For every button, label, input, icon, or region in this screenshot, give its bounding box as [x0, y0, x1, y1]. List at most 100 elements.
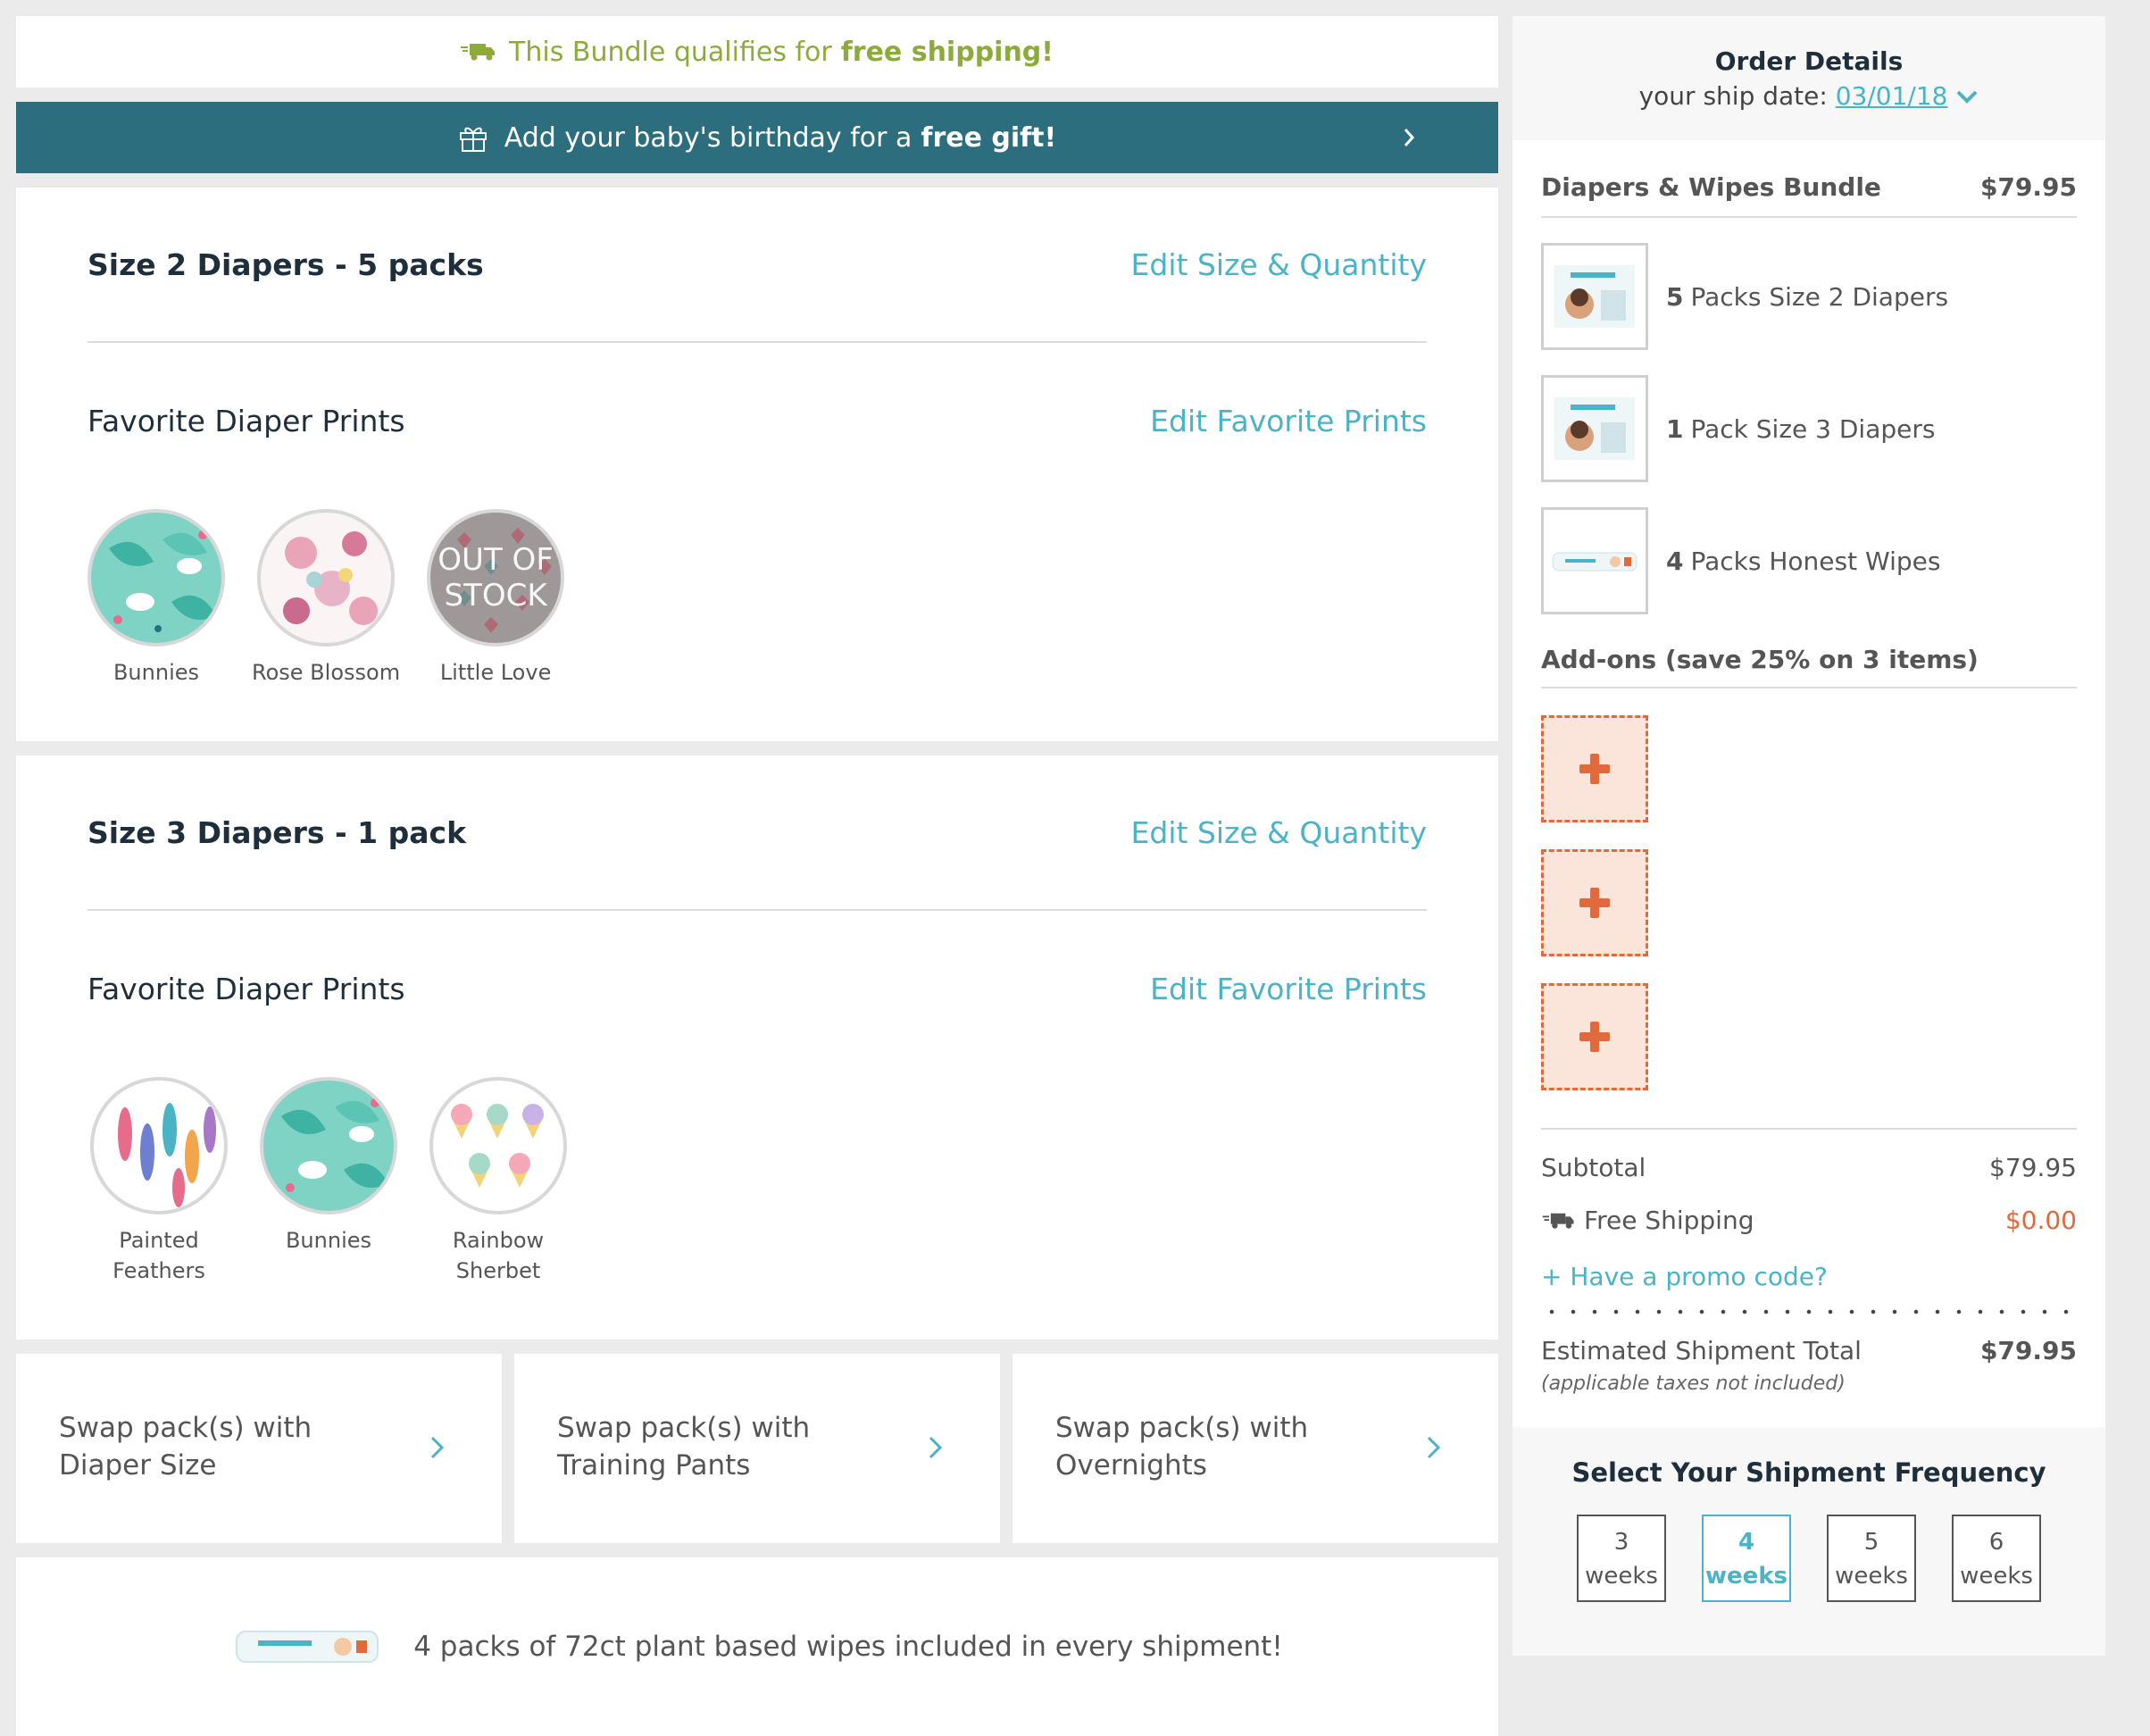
birthday-gift-banner[interactable]: Add your baby's birthday for a free gift…	[16, 102, 1498, 173]
add-addon-button[interactable]	[1541, 849, 1648, 956]
edit-favorite-prints-link[interactable]: Edit Favorite Prints	[1150, 972, 1427, 1006]
add-addon-button[interactable]	[1541, 983, 1648, 1090]
shipping-label: Free Shipping	[1584, 1206, 1754, 1235]
print-label: Rose Blossom	[252, 660, 401, 685]
swap-options: Swap pack(s) with Diaper Size Swap pack(…	[16, 1354, 1498, 1543]
frequency-title: Select Your Shipment Frequency	[1571, 1457, 2046, 1488]
wipes-pack-thumbnail	[1541, 507, 1648, 614]
frequency-option-5-weeks[interactable]: 5 weeks	[1827, 1515, 1916, 1602]
print-rainbow-sherbet[interactable]: Rainbow Sherbet	[427, 1077, 570, 1286]
print-rose-blossom[interactable]: Rose Blossom	[252, 509, 400, 688]
swap-line1: Swap pack(s) with	[1055, 1412, 1309, 1444]
option-unit: weeks	[1704, 1563, 1788, 1590]
total-row: Estimated Shipment Total $79.95	[1541, 1336, 2077, 1365]
chevron-right-icon	[1427, 1436, 1441, 1459]
size2-section: Size 2 Diapers - 5 packs Edit Size & Qua…	[16, 188, 1498, 741]
print-label: Bunnies	[112, 660, 200, 685]
edit-size-quantity-link[interactable]: Edit Size & Quantity	[1131, 815, 1427, 850]
out-of-stock-overlay: OUT OF STOCK	[430, 513, 562, 643]
item-label: Packs Honest Wipes	[1690, 546, 1941, 576]
option-number: 6	[1988, 1529, 2004, 1556]
subtotal-label: Subtotal	[1541, 1153, 1646, 1182]
print-label: Bunnies	[285, 1228, 372, 1253]
subtotal-row: Subtotal $79.95	[1541, 1153, 2077, 1182]
wipes-note: 4 packs of 72ct plant based wipes includ…	[413, 1631, 1283, 1663]
print-list: Painted Feathers Bunnies Rainbow Sherbet	[88, 1066, 1427, 1286]
diaper-pack-thumbnail	[1541, 375, 1648, 482]
print-bunnies[interactable]: Bunnies	[88, 509, 225, 688]
print-swatch	[257, 509, 396, 647]
swap-line1: Swap pack(s) with	[557, 1412, 811, 1444]
print-label: Little Love	[439, 660, 552, 685]
shipment-frequency: Select Your Shipment Frequency 3 weeks 4…	[1512, 1427, 2105, 1656]
frequency-option-3-weeks[interactable]: 3 weeks	[1577, 1515, 1666, 1602]
frequency-option-6-weeks[interactable]: 6 weeks	[1952, 1515, 2041, 1602]
print-swatch	[260, 1077, 397, 1214]
total-label: Estimated Shipment Total	[1541, 1336, 1862, 1365]
bundle-price: $79.95	[1979, 172, 2077, 202]
ship-date-link[interactable]: 03/01/18	[1836, 81, 1948, 111]
promo-code-link[interactable]: + Have a promo code?	[1541, 1262, 2077, 1291]
ship-date-row: your ship date: 03/01/18	[1512, 81, 2105, 111]
swap-line2: Diaper Size	[59, 1449, 217, 1481]
ship-date-label: your ship date:	[1638, 81, 1828, 111]
frequency-options: 3 weeks 4 weeks 5 weeks 6 weeks	[1512, 1515, 2105, 1602]
option-unit: weeks	[1835, 1563, 1908, 1590]
item-label: Pack Size 3 Diapers	[1690, 413, 1936, 444]
swap-line1: Swap pack(s) with	[59, 1412, 312, 1444]
order-item: 4 Packs Honest Wipes	[1541, 507, 2077, 614]
order-item: 5 Packs Size 2 Diapers	[1541, 243, 2077, 350]
option-unit: weeks	[1960, 1563, 2033, 1590]
gift-icon	[459, 127, 487, 152]
order-item: 1 Pack Size 3 Diapers	[1541, 375, 2077, 482]
swap-line2: Overnights	[1055, 1449, 1207, 1481]
order-details-panel: Order Details your ship date: 03/01/18 D…	[1512, 16, 2105, 1656]
birthday-bold: free gift!	[921, 121, 1057, 154]
item-qty: 4	[1666, 546, 1684, 576]
chevron-right-icon	[1404, 129, 1415, 146]
edit-favorite-prints-link[interactable]: Edit Favorite Prints	[1150, 404, 1427, 438]
wipes-pack-icon	[236, 1631, 379, 1663]
dotted-divider	[1541, 1309, 2077, 1315]
edit-size-quantity-link[interactable]: Edit Size & Quantity	[1131, 247, 1427, 282]
divider	[1541, 1128, 2077, 1130]
bundle-row: Diapers & Wipes Bundle $79.95	[1541, 172, 2077, 218]
order-body: Diapers & Wipes Bundle $79.95 5 Packs Siz…	[1512, 140, 2105, 1427]
swap-overnights-card[interactable]: Swap pack(s) with Overnights	[1012, 1354, 1498, 1543]
favorite-prints-title: Favorite Diaper Prints	[88, 403, 405, 438]
bundle-name: Diapers & Wipes Bundle	[1541, 172, 1881, 202]
print-little-love[interactable]: OUT OF STOCK Little Love	[427, 509, 565, 688]
diaper-pack-thumbnail	[1541, 243, 1648, 350]
free-shipping-banner: This Bundle qualifies for free shipping!	[16, 16, 1498, 88]
print-swatch: OUT OF STOCK	[427, 509, 565, 647]
item-label: Packs Size 2 Diapers	[1690, 281, 1949, 312]
shipping-text: This Bundle qualifies for	[509, 36, 832, 68]
chevron-right-icon	[929, 1436, 943, 1459]
swap-line2: Training Pants	[557, 1449, 751, 1481]
frequency-option-4-weeks[interactable]: 4 weeks	[1702, 1515, 1791, 1602]
print-swatch	[90, 1077, 228, 1214]
item-qty: 1	[1666, 413, 1684, 444]
print-painted-feathers[interactable]: Painted Feathers	[88, 1077, 230, 1286]
truck-icon	[461, 44, 496, 61]
print-bunnies[interactable]: Bunnies	[257, 1077, 400, 1286]
option-number: 3	[1613, 1529, 1629, 1556]
add-addon-button[interactable]	[1541, 715, 1648, 822]
print-list: Bunnies Rose Blossom OUT OF STOCK Little…	[88, 498, 1427, 688]
print-swatch	[88, 509, 225, 647]
print-swatch	[429, 1077, 567, 1214]
shipping-bold: free shipping!	[840, 36, 1054, 68]
tax-note: (applicable taxes not included)	[1541, 1373, 1846, 1395]
chevron-right-icon	[430, 1436, 445, 1459]
print-label: Rainbow Sherbet	[452, 1228, 545, 1283]
section-title: Size 2 Diapers - 5 packs	[88, 246, 484, 282]
swap-diaper-size-card[interactable]: Swap pack(s) with Diaper Size	[16, 1354, 502, 1543]
bundle-editor: This Bundle qualifies for free shipping!…	[16, 16, 1498, 1736]
favorite-prints-title: Favorite Diaper Prints	[88, 971, 405, 1006]
size3-section: Size 3 Diapers - 1 pack Edit Size & Quan…	[16, 755, 1498, 1340]
chevron-down-icon[interactable]	[1955, 88, 1979, 104]
swap-training-pants-card[interactable]: Swap pack(s) with Training Pants	[514, 1354, 1000, 1543]
section-title: Size 3 Diapers - 1 pack	[88, 814, 467, 850]
option-number: 5	[1863, 1529, 1879, 1556]
order-title: Order Details	[1714, 46, 1904, 76]
